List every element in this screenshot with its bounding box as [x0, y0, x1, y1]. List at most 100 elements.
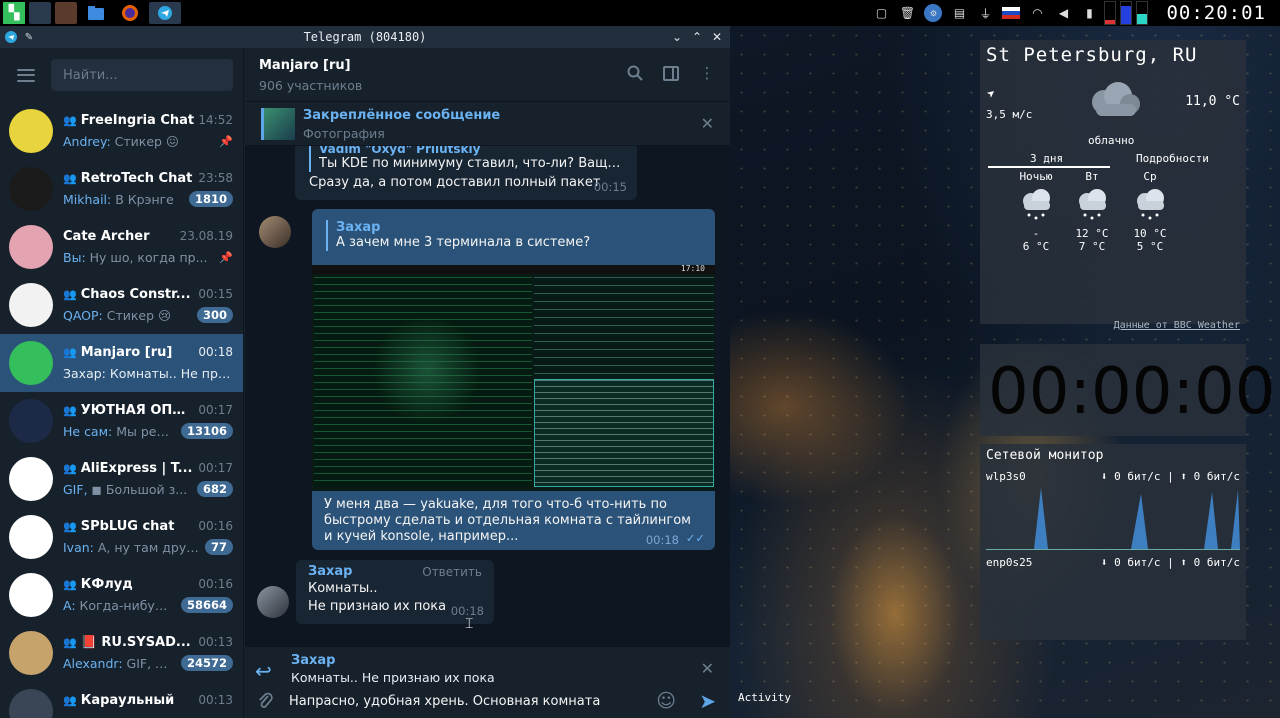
chat-name: RetroTech Chat — [80, 170, 193, 186]
chat-list-item[interactable]: 👥 УЮТНАЯ ОПП... 00:17 Не сам: Мы реш... 1… — [0, 392, 243, 450]
chat-sender: Andrey: — [63, 133, 111, 149]
usb-icon[interactable]: ⏚ — [976, 4, 994, 22]
search-input[interactable] — [51, 59, 233, 91]
chat-list-item[interactable]: 👥 Manjaro [ru] 00:18 Захар: Комнаты.. Не … — [0, 334, 243, 392]
notification-badge-icon[interactable]: ⚙ — [924, 4, 943, 22]
panel-clock[interactable]: 00:20:01 — [1166, 2, 1266, 24]
tab-details[interactable]: Подробности — [1136, 152, 1209, 165]
reply-action-button[interactable]: Ответить — [422, 565, 482, 579]
close-window-icon[interactable]: ✕ — [708, 30, 726, 44]
file-manager-icon[interactable] — [81, 2, 111, 24]
forecast-day-label: Ср — [1143, 170, 1157, 183]
activity-label[interactable]: Activity — [738, 691, 791, 704]
swap-monitor-icon — [1136, 1, 1149, 25]
send-icon[interactable]: ➤ — [699, 689, 716, 713]
forecast-day: Ср 10 °C 5 °C — [1125, 170, 1175, 253]
volume-icon[interactable]: ◀ — [1054, 4, 1072, 22]
forecast-low: 5 °C — [1136, 240, 1164, 253]
trash-icon[interactable]: 🗑 — [898, 4, 916, 22]
cancel-reply-icon[interactable]: ✕ — [701, 659, 714, 678]
chat-list: 👥 FreeIngria Chat 14:52 Andrey: Стикер 😖 … — [0, 102, 243, 718]
message-input[interactable]: Напрасно, удобная хрень. Основная комнат… — [289, 694, 639, 709]
chat-list-item[interactable]: Cate Archer 23.08.19 Вы: Ну шо, когда пр… — [0, 218, 243, 276]
chat-list-item[interactable]: 👥 Chaos Constr... 00:15 QAOP: Стикер 😢 30… — [0, 276, 243, 334]
firefox-icon[interactable] — [115, 2, 145, 24]
chat-time: 00:15 — [198, 287, 233, 301]
maximize-icon[interactable]: ⌃ — [688, 30, 706, 44]
pinned-subtitle: Фотография — [303, 126, 385, 141]
forecast-high: 10 °C — [1133, 227, 1167, 240]
unread-badge: 1810 — [188, 191, 233, 207]
chat-list-item[interactable]: 👥 FreeIngria Chat 14:52 Andrey: Стикер 😖 … — [0, 102, 243, 160]
reply-preview-bar[interactable]: ↩ Захар Комнаты.. Не признаю их пока ✕ — [245, 646, 730, 692]
window-title: Telegram (804180) — [303, 30, 427, 44]
telegram-app-icon[interactable] — [4, 30, 18, 44]
timer-digits[interactable]: 00:00:00 — [988, 350, 1275, 434]
window-titlebar[interactable]: ✎ Telegram (804180) ⌄ ⌃ ✕ — [0, 26, 730, 48]
message-bubble[interactable]: Vadim "Oxyd" Prilutskiy Ты KDE по миниму… — [295, 146, 637, 200]
chat-sender: Mikhail: — [63, 191, 112, 207]
chat-list-item[interactable]: 👥 AliExpress | T... 00:17 GIF, ◼ Большой … — [0, 450, 243, 508]
chat-avatar — [9, 225, 53, 269]
chat-preview: Когда-нибудь... — [75, 597, 175, 613]
wifi-icon[interactable]: ◠ — [1028, 4, 1046, 22]
interface-name: enp0s25 — [986, 556, 1033, 569]
attach-paperclip-icon[interactable] — [257, 692, 273, 715]
conversation-header[interactable]: Manjaro [ru] 906 участников ⋮ — [245, 48, 730, 102]
chat-name: Караульный — [80, 692, 175, 708]
avatar[interactable] — [259, 216, 291, 248]
cpu-monitor-icon — [1104, 1, 1117, 25]
chat-list-item[interactable]: 👥 📕 RU.SYSAD... 00:13 Alexandr: GIF, O...… — [0, 624, 243, 682]
desktop-toggle-icon[interactable]: ▢ — [872, 4, 890, 22]
chat-name: 📕 RU.SYSAD... — [80, 634, 191, 650]
minimize-icon[interactable]: ⌄ — [668, 30, 686, 44]
sidebar-toggle-icon[interactable] — [662, 64, 680, 82]
manjaro-launcher-icon[interactable]: ▚ — [3, 2, 25, 24]
search-icon[interactable] — [626, 64, 644, 82]
chat-name: SPbLUG chat — [80, 518, 175, 534]
network-graph — [986, 487, 1240, 550]
chat-name: Manjaro [ru] — [80, 344, 173, 360]
chat-list-item[interactable]: 👥 Караульный 00:13 — [0, 682, 243, 718]
desktop-pager-icon[interactable] — [29, 2, 51, 24]
chat-time: 14:52 — [198, 113, 233, 127]
chat-sender: Захар: — [63, 365, 106, 381]
chat-list-item[interactable]: 👥 КФлуд 00:16 A: Когда-нибудь... 58664 — [0, 566, 243, 624]
unread-badge: 682 — [196, 481, 233, 497]
chat-sender: A: — [63, 597, 76, 613]
tab-3-days[interactable]: 3 дня — [1030, 152, 1063, 165]
group-icon: 👥 — [63, 635, 77, 649]
snow-cloud-icon — [1067, 187, 1117, 227]
forecast-high: - — [1032, 227, 1040, 240]
weather-city: St Petersburg, RU — [986, 44, 1198, 66]
forecast-day-label: Ночью — [1019, 170, 1053, 183]
telegram-task-icon[interactable] — [149, 2, 181, 24]
message-composer: Напрасно, удобная хрень. Основная комнат… — [245, 689, 730, 718]
message-bubble[interactable]: Захар Ответить Комнаты.. Не признаю их п… — [296, 560, 494, 624]
chat-list-item[interactable]: 👥 RetroTech Chat 23:58 Mikhail: В Крэнге … — [0, 160, 243, 218]
more-options-icon[interactable]: ⋮ — [698, 64, 716, 82]
conversation-title: Manjaro [ru] — [259, 58, 351, 73]
attached-screenshot-image[interactable]: 17:10 — [312, 265, 715, 491]
avatar[interactable] — [257, 586, 289, 618]
chat-name: FreeIngria Chat — [80, 112, 195, 128]
chat-sender: Не сам: — [63, 423, 113, 439]
outgoing-message-bubble[interactable]: Захар А зачем мне 3 терминала в системе?… — [312, 209, 715, 550]
close-pinned-icon[interactable]: ✕ — [701, 114, 714, 133]
chat-sender: Ivan: — [63, 539, 94, 555]
keyboard-layout-flag-icon[interactable] — [1002, 4, 1021, 22]
weather-credit-link[interactable]: Данные от BBC Weather — [1114, 320, 1240, 331]
chat-list-item[interactable]: 👥 SPbLUG chat 00:16 Ivan: А, ну там друг.… — [0, 508, 243, 566]
battery-icon[interactable]: ▮ — [1080, 4, 1098, 22]
group-icon: 👥 — [63, 693, 77, 707]
chat-preview: ◼ Большой з... — [87, 481, 188, 497]
chat-list-sidebar: 👥FreeIngria Chat 14:52 Andrey: Стикер 😖 … — [0, 48, 244, 718]
message-author[interactable]: Захар — [308, 564, 352, 579]
emoji-icon[interactable]: ☺ — [656, 690, 676, 712]
snow-cloud-icon — [1125, 187, 1175, 227]
window-icon[interactable] — [55, 2, 77, 24]
clipboard-icon[interactable]: ▤ — [950, 4, 968, 22]
pin-window-icon[interactable]: ✎ — [22, 30, 36, 44]
menu-hamburger-icon[interactable] — [17, 68, 35, 82]
pinned-message-bar[interactable]: Закреплённое сообщение Фотография ✕ — [245, 102, 730, 146]
